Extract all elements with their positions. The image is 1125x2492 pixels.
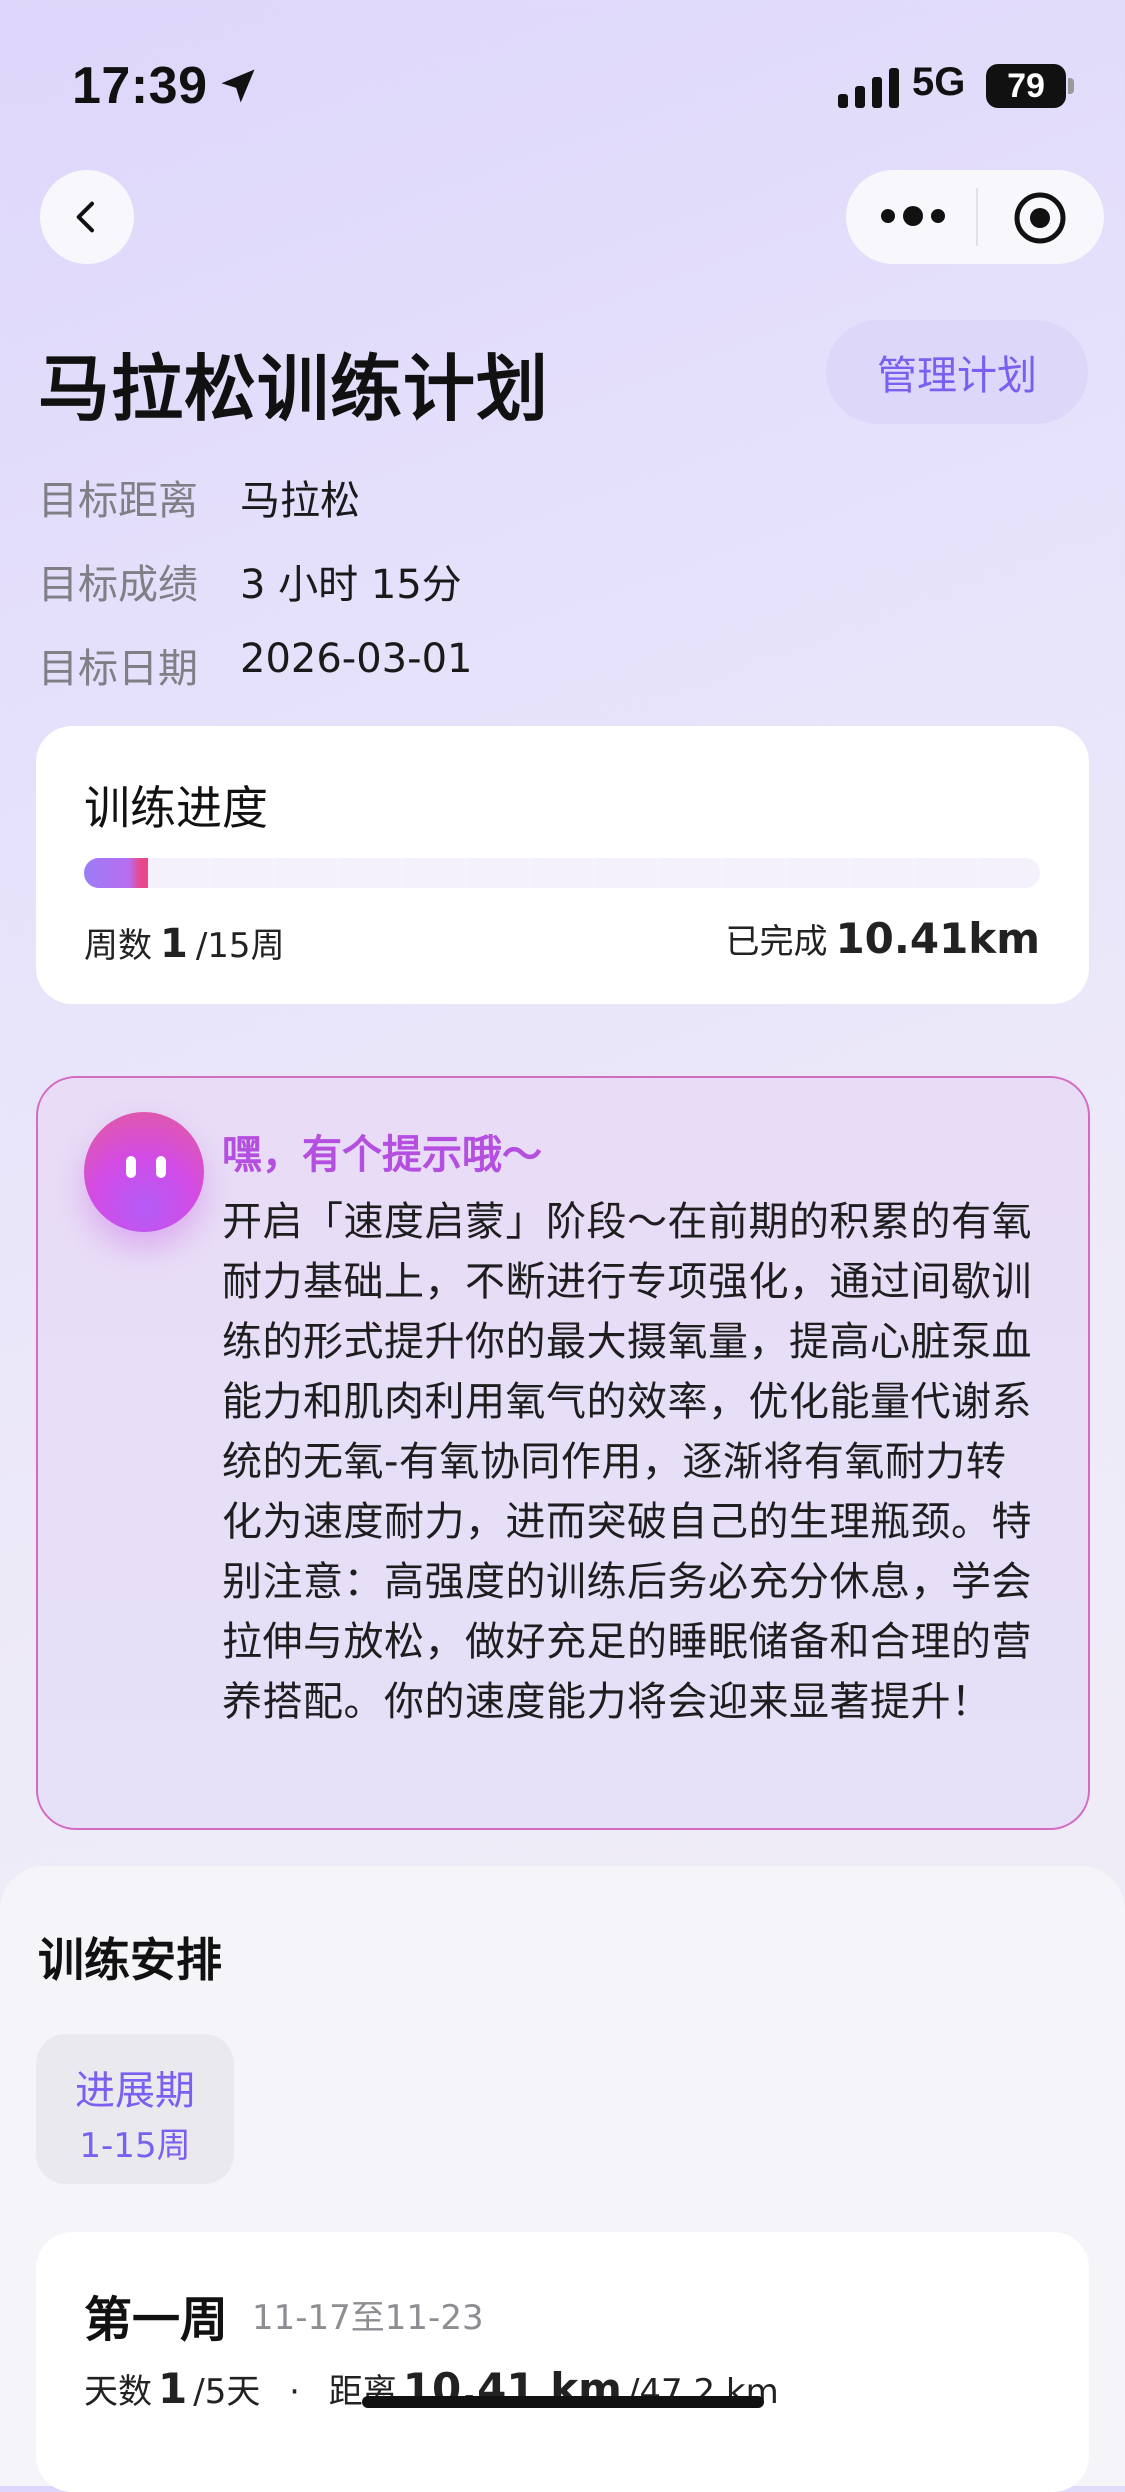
tip-title: 嘿，有个提示哦～ (222, 1132, 542, 1178)
back-button[interactable] (40, 170, 134, 264)
week-title: 第一周 (84, 2292, 229, 2348)
days-total: /5天 (193, 2372, 261, 2412)
progress-title: 训练进度 (84, 781, 268, 835)
completed-distance: 已完成 10.41km (725, 914, 1040, 963)
current-week: 1 (160, 921, 188, 967)
progress-segment (276, 858, 336, 888)
phase-range: 1-15周 (79, 2126, 191, 2166)
battery-cap (1068, 78, 1074, 94)
tip-body: 开启「速度启蒙」阶段～在前期的积累的有氧耐力基础上，不断进行专项强化，通过间歇训… (222, 1199, 1032, 1725)
phase-name: 进展期 (75, 2068, 195, 2114)
mascot-eye-left (126, 1156, 136, 1178)
progress-segment (596, 858, 656, 888)
progress-segment (148, 858, 208, 888)
progress-segment (724, 858, 784, 888)
network-type: 5G (912, 60, 966, 104)
total-weeks: /15周 (195, 926, 285, 966)
cellular-signal-icon (838, 68, 899, 108)
weeks-prefix: 周数 (84, 926, 152, 966)
more-options-icon[interactable] (878, 196, 948, 236)
progress-segment (468, 858, 528, 888)
goal-date-label: 目标日期 (38, 646, 198, 692)
completed-label: 已完成 (725, 922, 828, 962)
progress-segment (980, 858, 1040, 888)
mascot-eye-right (156, 1156, 166, 1178)
chevron-left-icon (76, 201, 94, 233)
progress-segment (212, 858, 272, 888)
week-card[interactable] (36, 2232, 1089, 2492)
weeks-counter: 周数 1/15周 (84, 918, 285, 967)
battery-indicator: 79 (986, 64, 1066, 108)
progress-bar-fill (84, 858, 148, 888)
status-time: 17:39 (72, 57, 208, 115)
summary-separator: · (289, 2372, 300, 2412)
progress-segment (404, 858, 464, 888)
progress-segment (660, 858, 720, 888)
progress-segment (340, 858, 400, 888)
goal-result-value: 3 小时 15分 (240, 562, 462, 608)
week-dates: 11-17至11-23 (252, 2298, 484, 2338)
manage-plan-button[interactable]: 管理计划 (826, 320, 1088, 424)
goal-distance-value: 马拉松 (240, 478, 360, 524)
phase-tab-progress[interactable]: 进展期 1-15周 (36, 2034, 234, 2184)
completed-value: 10.41km (835, 914, 1040, 963)
home-indicator (362, 2396, 764, 2408)
days-prefix: 天数 (84, 2372, 152, 2412)
progress-segment (916, 858, 976, 888)
goal-distance-label: 目标距离 (38, 478, 198, 524)
progress-segment (788, 858, 848, 888)
capsule-divider (976, 188, 978, 246)
progress-segment (852, 858, 912, 888)
schedule-title: 训练安排 (38, 1933, 222, 1987)
goal-result-label: 目标成绩 (38, 562, 198, 608)
progress-segment (532, 858, 592, 888)
page-title: 马拉松训练计划 (38, 347, 550, 431)
days-done: 1 (158, 2364, 188, 2413)
location-arrow-icon (221, 69, 255, 103)
progress-bar-track (84, 858, 1040, 888)
close-target-icon[interactable] (1012, 190, 1068, 246)
goal-date-value: 2026-03-01 (240, 636, 473, 682)
mascot-avatar (84, 1112, 204, 1232)
